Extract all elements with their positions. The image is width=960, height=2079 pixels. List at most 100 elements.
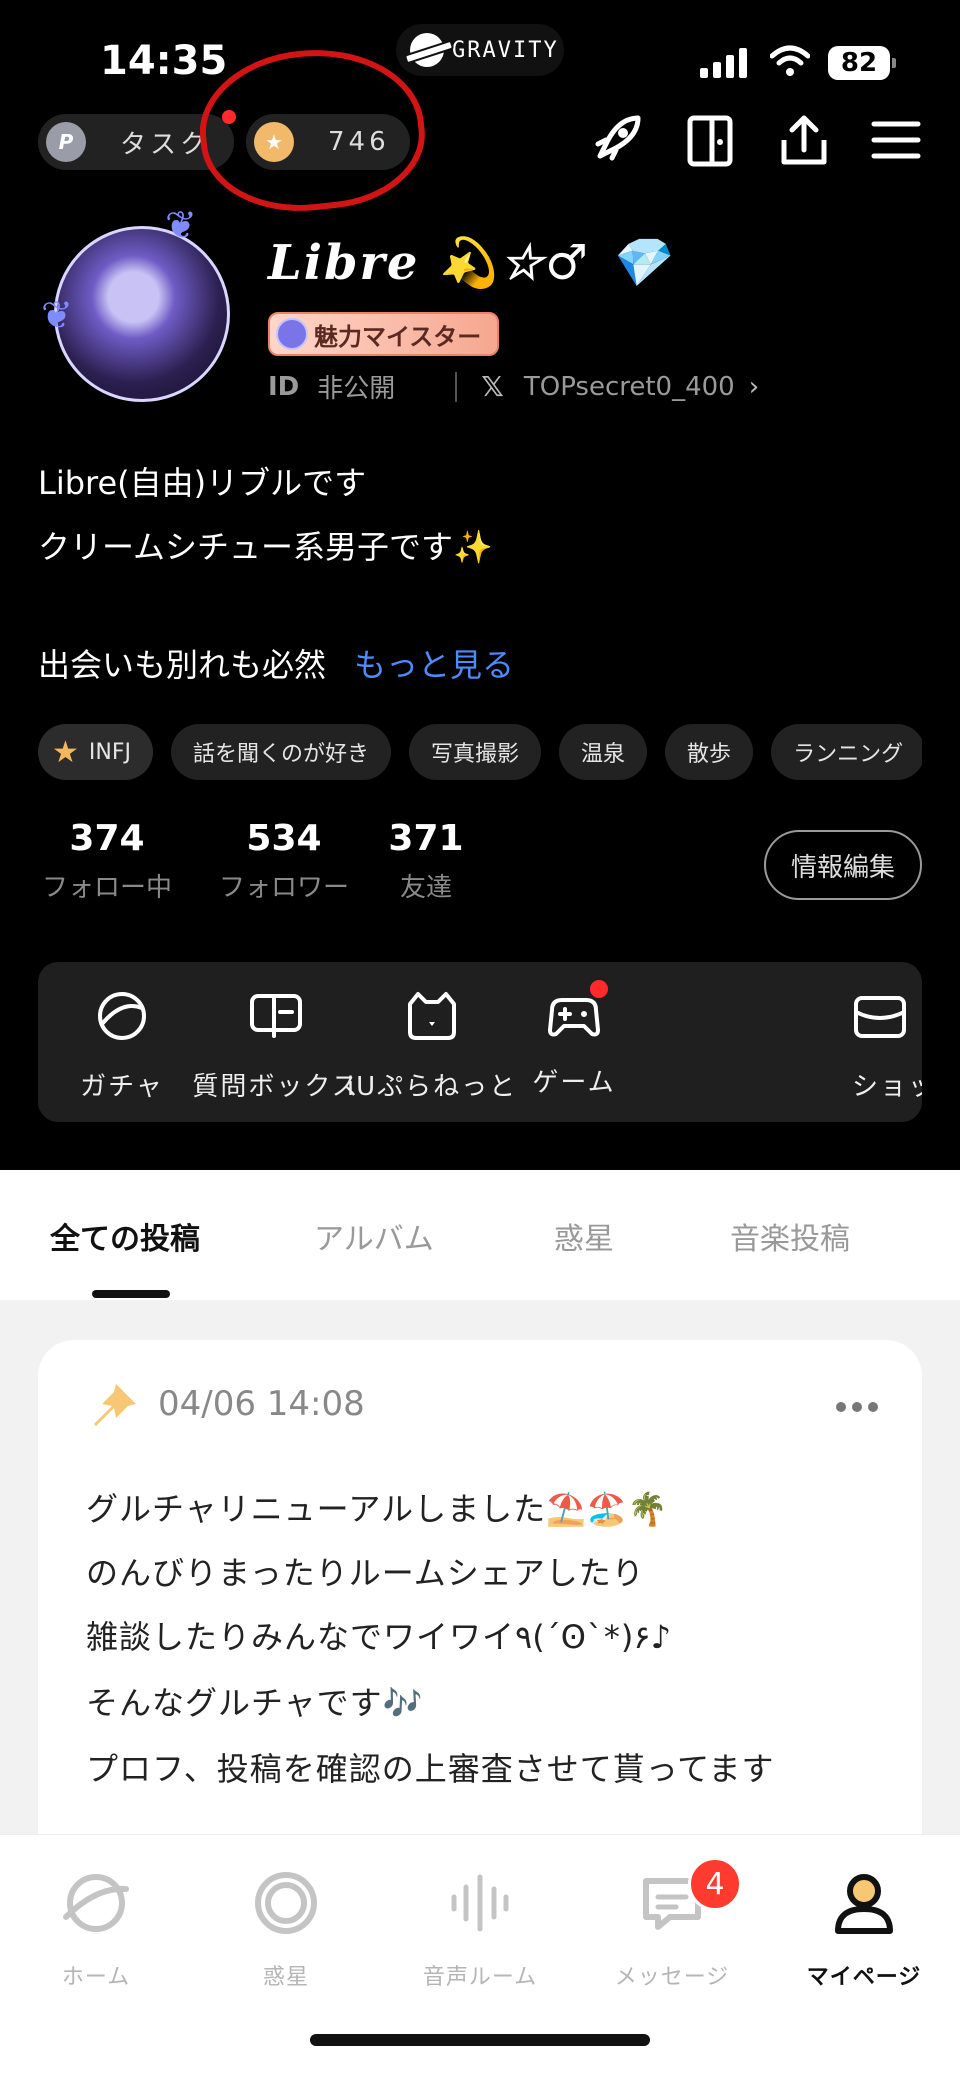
post-tabs: 全ての投稿 アルバム 惑星 音楽投稿 bbox=[0, 1170, 960, 1300]
stat-number: 534 bbox=[246, 818, 322, 859]
tab-album[interactable]: アルバム bbox=[314, 1214, 434, 1258]
tag-label: 温泉 bbox=[581, 742, 626, 767]
star-icon: ★ bbox=[52, 734, 79, 770]
feature-game[interactable]: ゲーム bbox=[484, 980, 664, 1099]
divider bbox=[455, 371, 458, 402]
shop-icon bbox=[854, 996, 906, 1038]
stat-label: フォロー中 bbox=[41, 873, 172, 903]
feature-shop[interactable]: ショップ bbox=[814, 990, 922, 1103]
gravity-logo-icon bbox=[410, 33, 444, 67]
battery-indicator: 82 bbox=[828, 46, 896, 80]
voice-icon bbox=[451, 1874, 509, 1932]
stat-number: 374 bbox=[69, 818, 145, 859]
active-tab-indicator bbox=[92, 1290, 170, 1298]
nav-planet[interactable]: 惑星 bbox=[206, 1867, 366, 1991]
wifi-icon bbox=[770, 45, 810, 76]
charm-badge[interactable]: 魅力マイスター bbox=[268, 312, 500, 356]
more-options-icon[interactable] bbox=[836, 1402, 878, 1412]
post-date: 04/06 14:08 bbox=[158, 1384, 365, 1424]
bio-line: Libre(自由)リブルです bbox=[38, 464, 367, 502]
nav-label: 惑星 bbox=[262, 1965, 309, 1990]
feature-bar: ガチャ 質問ボックス iUぷらねっと ゲーム ショップ bbox=[38, 962, 922, 1122]
see-more-link[interactable]: もっと見る bbox=[354, 646, 514, 684]
tag-chip[interactable]: 温泉 bbox=[559, 724, 648, 780]
following-stat[interactable]: 374 フォロー中 bbox=[38, 818, 176, 904]
planet-icon bbox=[63, 1874, 129, 1932]
stat-number: 371 bbox=[388, 818, 464, 859]
annotation-circle bbox=[192, 38, 432, 222]
status-time: 14:35 bbox=[100, 38, 228, 84]
gacha-icon bbox=[98, 992, 146, 1040]
tab-all-posts[interactable]: 全ての投稿 bbox=[50, 1214, 200, 1258]
post-line: のんびりまったりルームシェアしたり bbox=[86, 1554, 645, 1592]
nav-label: ホーム bbox=[61, 1965, 131, 1990]
tag-chip[interactable]: ★ INFJ bbox=[38, 724, 153, 780]
ring-icon bbox=[255, 1872, 317, 1934]
post-line: そんなグルチャです🎶 bbox=[86, 1684, 424, 1722]
unread-badge: 4 bbox=[688, 1857, 742, 1911]
menu-icon[interactable] bbox=[866, 110, 926, 170]
nav-label: 音声ルーム bbox=[422, 1965, 538, 1990]
nav-home[interactable]: ホーム bbox=[16, 1867, 176, 1991]
stat-label: 友達 bbox=[399, 873, 452, 903]
tag-label: ランニング bbox=[793, 742, 904, 767]
friends-stat[interactable]: 371 友達 bbox=[386, 818, 466, 904]
feature-label: 質問ボックス bbox=[192, 1072, 360, 1102]
question-box-icon bbox=[250, 994, 302, 1038]
dynamic-island: GRAVITY bbox=[396, 24, 564, 76]
id-value: 非公開 bbox=[317, 374, 396, 404]
x-handle-link[interactable]: TOPsecret0_400 bbox=[524, 372, 735, 402]
door-icon[interactable] bbox=[680, 110, 740, 170]
bio-line-with-more: 出会いも別れも必然 もっと見る bbox=[38, 640, 514, 686]
profile-meta: ID 非公開 𝕏 TOPsecret0_400 › bbox=[268, 368, 759, 405]
gamepad-icon bbox=[548, 998, 600, 1037]
nav-my-page[interactable]: マイページ bbox=[784, 1867, 944, 1991]
profile-header: 14:35 GRAVITY 82 P タスク ★ 746 ❦ ❦ Libre 💫… bbox=[0, 0, 960, 1170]
feature-label: ゲーム bbox=[532, 1068, 616, 1098]
bear-icon bbox=[408, 992, 456, 1040]
post-line: 雑談したりみんなでワイワイ٩(´Ꙩ`*)۶♪ bbox=[86, 1618, 671, 1656]
signal-icon bbox=[700, 48, 747, 78]
tab-music-posts[interactable]: 音楽投稿 bbox=[730, 1214, 850, 1258]
badge-label: 魅力マイスター bbox=[314, 322, 482, 351]
butterfly-icon: ❦ bbox=[41, 293, 73, 337]
stat-label: フォロワー bbox=[218, 873, 349, 903]
tag-label: 散歩 bbox=[687, 742, 732, 767]
share-icon[interactable] bbox=[774, 110, 834, 170]
tab-planet[interactable]: 惑星 bbox=[554, 1214, 614, 1258]
bio-line: クリームシチュー系男子です✨ bbox=[38, 528, 493, 566]
tag-chip[interactable]: ランニング bbox=[771, 724, 922, 780]
followers-stat[interactable]: 534 フォロワー bbox=[214, 818, 354, 904]
pin-icon bbox=[94, 1384, 136, 1426]
rose-icon bbox=[276, 318, 308, 350]
nav-voice-room[interactable]: 音声ルーム bbox=[400, 1867, 560, 1991]
nav-label: メッセージ bbox=[614, 1965, 730, 1990]
avatar[interactable]: ❦ ❦ bbox=[41, 203, 230, 402]
task-label: タスク bbox=[120, 129, 211, 160]
tag-label: 話を聞くのが好き bbox=[193, 742, 370, 767]
id-key: ID bbox=[268, 371, 300, 402]
notification-dot bbox=[590, 980, 608, 998]
post-line: プロフ、投稿を確認の上審査させて貰ってます bbox=[86, 1750, 775, 1788]
rocket-icon[interactable] bbox=[586, 110, 646, 170]
edit-profile-button[interactable]: 情報編集 bbox=[764, 830, 922, 900]
post-line: グルチャリニューアルしました⛱️🏖️🌴 bbox=[86, 1490, 669, 1528]
feature-question-box[interactable]: 質問ボックス bbox=[186, 990, 366, 1103]
gamepad-wrapper bbox=[546, 980, 608, 1042]
butterfly-icon: ❦ bbox=[165, 203, 197, 247]
tag-label: INFJ bbox=[88, 739, 131, 765]
x-logo-icon: 𝕏 bbox=[481, 370, 504, 403]
tag-chip[interactable]: 写真撮影 bbox=[409, 724, 542, 780]
bio-line: 出会いも別れも必然 bbox=[38, 646, 327, 684]
profile-name: Libre 💫☆♂ 💎 bbox=[268, 235, 671, 291]
point-icon: P bbox=[46, 122, 86, 162]
tag-chip[interactable]: 散歩 bbox=[665, 724, 754, 780]
feature-label: ショップ bbox=[852, 1072, 922, 1102]
interest-tags: ★ INFJ 話を聞くのが好き 写真撮影 温泉 散歩 ランニング bbox=[38, 724, 922, 780]
tag-label: 写真撮影 bbox=[431, 742, 520, 767]
profile-icon bbox=[835, 1874, 893, 1934]
nav-messages[interactable]: 4 メッセージ bbox=[592, 1857, 752, 1991]
tag-chip[interactable]: 話を聞くのが好き bbox=[171, 724, 392, 780]
island-label: GRAVITY bbox=[452, 37, 559, 63]
nav-label: マイページ bbox=[806, 1965, 922, 1990]
